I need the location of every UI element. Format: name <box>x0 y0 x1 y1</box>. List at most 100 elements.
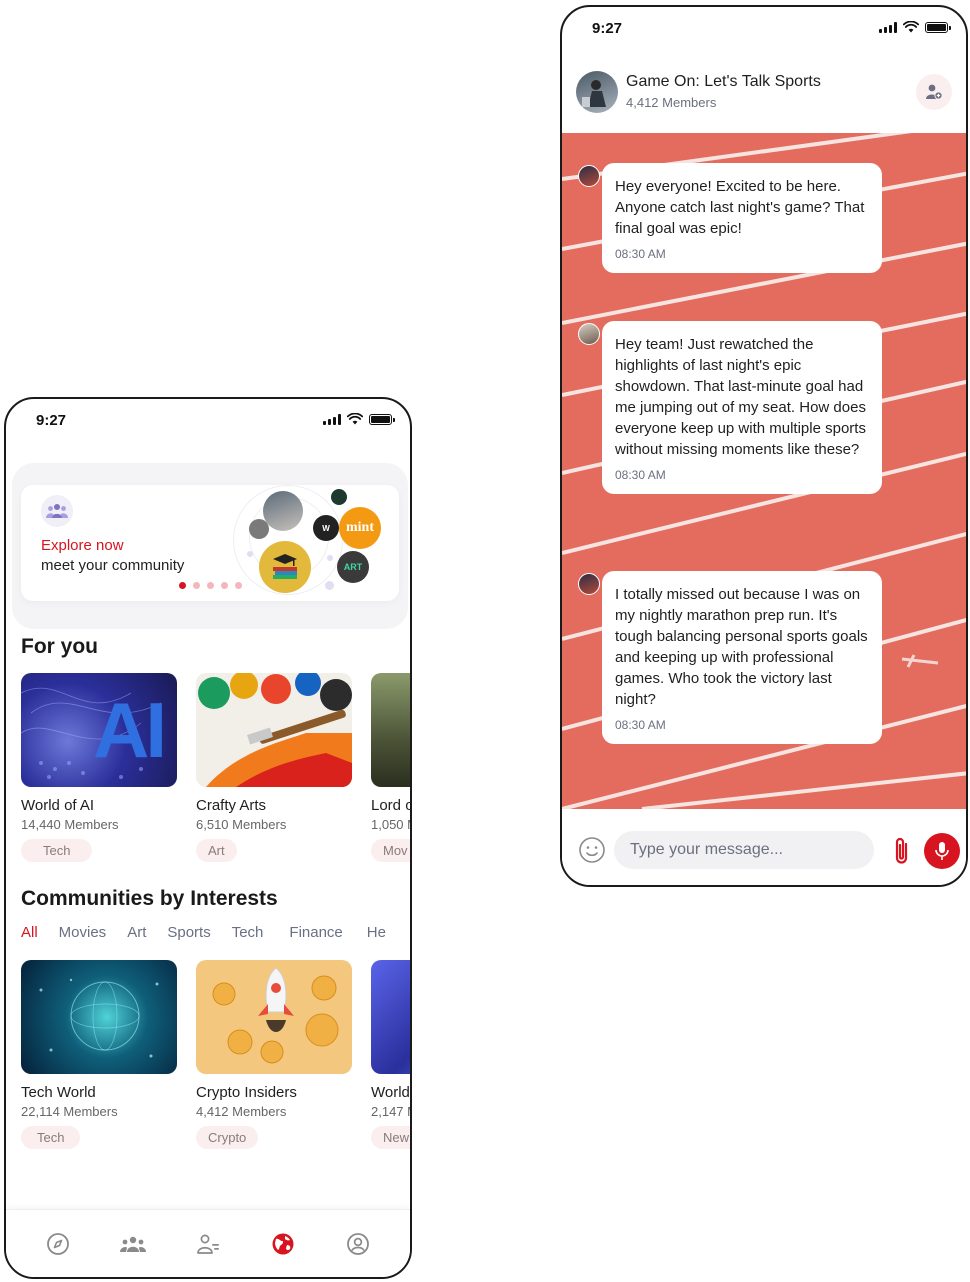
card-name: Tech World <box>21 1084 96 1101</box>
carousel-dot[interactable] <box>207 582 214 589</box>
community-card[interactable]: Crypto Insiders 4,412 Members Crypto <box>196 960 352 1149</box>
signal-icon <box>879 21 897 33</box>
card-image <box>371 960 410 1074</box>
nav-global[interactable] <box>263 1224 303 1264</box>
nav-profile[interactable] <box>338 1224 378 1264</box>
tab-sports[interactable]: Sports <box>167 924 210 941</box>
battery-icon <box>925 21 951 33</box>
status-icons <box>879 21 951 33</box>
battery-icon <box>369 413 395 425</box>
message-input[interactable] <box>614 831 874 869</box>
card-tag[interactable]: New <box>371 1126 410 1149</box>
card-members: 1,050 M <box>371 817 410 832</box>
card-members: 2,147 M <box>371 1104 410 1119</box>
tab-health[interactable]: He <box>367 924 386 941</box>
emoji-button[interactable] <box>578 836 606 864</box>
decor-dot <box>247 551 253 557</box>
nav-explore[interactable] <box>38 1224 78 1264</box>
card-image: AI <box>21 673 177 787</box>
phone-chat-screen: 9:27 Game On: Let's Talk Sports 4,412 Me… <box>560 5 968 887</box>
community-icon <box>41 495 73 527</box>
card-tag[interactable]: Art <box>196 839 237 862</box>
ai-graphic-text: AI <box>93 686 167 774</box>
compass-icon <box>46 1232 69 1255</box>
card-tag[interactable]: Mov <box>371 839 410 862</box>
group-avatar[interactable] <box>576 71 618 113</box>
card-image <box>196 673 352 787</box>
sports-avatar <box>263 491 303 531</box>
card-tag[interactable]: Tech <box>21 839 93 862</box>
banner-subtitle: meet your community <box>41 557 185 574</box>
message-time: 08:30 AM <box>615 247 666 261</box>
add-user-icon <box>926 84 943 100</box>
tab-tech[interactable]: Tech <box>232 924 264 941</box>
status-icons <box>323 413 395 425</box>
message-text: Hey team! Just rewatched the highlights … <box>615 336 866 458</box>
community-card[interactable]: Lord o 1,050 M Mov <box>371 673 412 862</box>
status-time: 9:27 <box>36 412 67 429</box>
chat-title: Game On: Let's Talk Sports <box>626 73 821 90</box>
card-members: 22,114 Members <box>21 1104 118 1119</box>
tab-art[interactable]: Art <box>127 924 146 941</box>
message-time: 08:30 AM <box>615 718 666 732</box>
card-image <box>371 673 410 787</box>
card-tag[interactable]: Tech <box>21 1126 81 1149</box>
message-text: Hey everyone! Excited to be here. Anyone… <box>615 178 865 237</box>
signal-icon <box>323 413 341 425</box>
card-image <box>21 960 177 1074</box>
attach-button[interactable] <box>888 835 916 867</box>
decor-dot <box>327 555 333 561</box>
carousel-dot[interactable] <box>221 582 228 589</box>
card-members: 14,440 Members <box>21 817 119 832</box>
tab-movies[interactable]: Movies <box>59 924 107 941</box>
status-bar: 9:27 <box>6 399 410 443</box>
mint-logo: mint <box>339 507 381 549</box>
banner-explore-link[interactable]: Explore now <box>41 537 124 554</box>
card-name: Crypto Insiders <box>196 1084 297 1101</box>
community-card[interactable]: Crafty Arts 6,510 Members Art <box>196 673 352 862</box>
sender-avatar[interactable] <box>578 165 600 187</box>
carousel-dot[interactable] <box>179 582 186 589</box>
card-name: World <box>371 1084 410 1101</box>
chat-message: I totally missed out because I was on my… <box>602 571 882 744</box>
card-image <box>196 960 352 1074</box>
card-name: World of AI <box>21 797 95 814</box>
users-icon <box>197 1234 219 1254</box>
card-members: 4,412 Members <box>196 1104 287 1119</box>
carousel-dot[interactable] <box>193 582 200 589</box>
phone-discover-screen: 9:27 Explore now meet your community W m… <box>4 397 412 1279</box>
small-avatar <box>249 519 269 539</box>
books-avatar <box>259 541 311 593</box>
tab-finance[interactable]: Finance <box>289 924 342 941</box>
art-avatar: ART <box>337 551 369 583</box>
chat-members-count: 4,412 Members <box>626 95 717 110</box>
microphone-icon <box>935 842 949 860</box>
card-tag[interactable]: Crypto <box>196 1126 259 1149</box>
tab-all[interactable]: All <box>21 924 38 941</box>
nav-communities[interactable] <box>113 1224 153 1264</box>
badge-avatar <box>331 489 347 505</box>
card-members: 6,510 Members <box>196 817 287 832</box>
wifi-icon <box>903 21 919 33</box>
card-name: Lord o <box>371 797 412 814</box>
sender-avatar[interactable] <box>578 573 600 595</box>
explore-banner[interactable]: Explore now meet your community W mint A… <box>21 485 399 601</box>
message-composer <box>562 809 966 885</box>
status-time: 9:27 <box>592 20 623 37</box>
card-name: Crafty Arts <box>196 797 267 814</box>
for-you-title: For you <box>21 635 98 658</box>
nav-members[interactable] <box>188 1224 228 1264</box>
chat-header: Game On: Let's Talk Sports 4,412 Members <box>562 59 966 133</box>
chat-background: Hey everyone! Excited to be here. Anyone… <box>562 133 966 809</box>
community-card[interactable]: World 2,147 M New <box>371 960 410 1149</box>
community-card[interactable]: Tech World 22,114 Members Tech <box>21 960 177 1149</box>
community-card[interactable]: AI World of AI 14,440 Members Tech <box>21 673 177 862</box>
voice-record-button[interactable] <box>924 833 960 869</box>
add-member-button[interactable] <box>916 74 952 110</box>
message-text: I totally missed out because I was on my… <box>615 586 868 708</box>
sender-avatar[interactable] <box>578 323 600 345</box>
paperclip-icon <box>895 837 908 864</box>
status-bar: 9:27 <box>562 7 966 51</box>
logo-avatar: W <box>313 515 339 541</box>
bottom-nav <box>6 1209 410 1277</box>
